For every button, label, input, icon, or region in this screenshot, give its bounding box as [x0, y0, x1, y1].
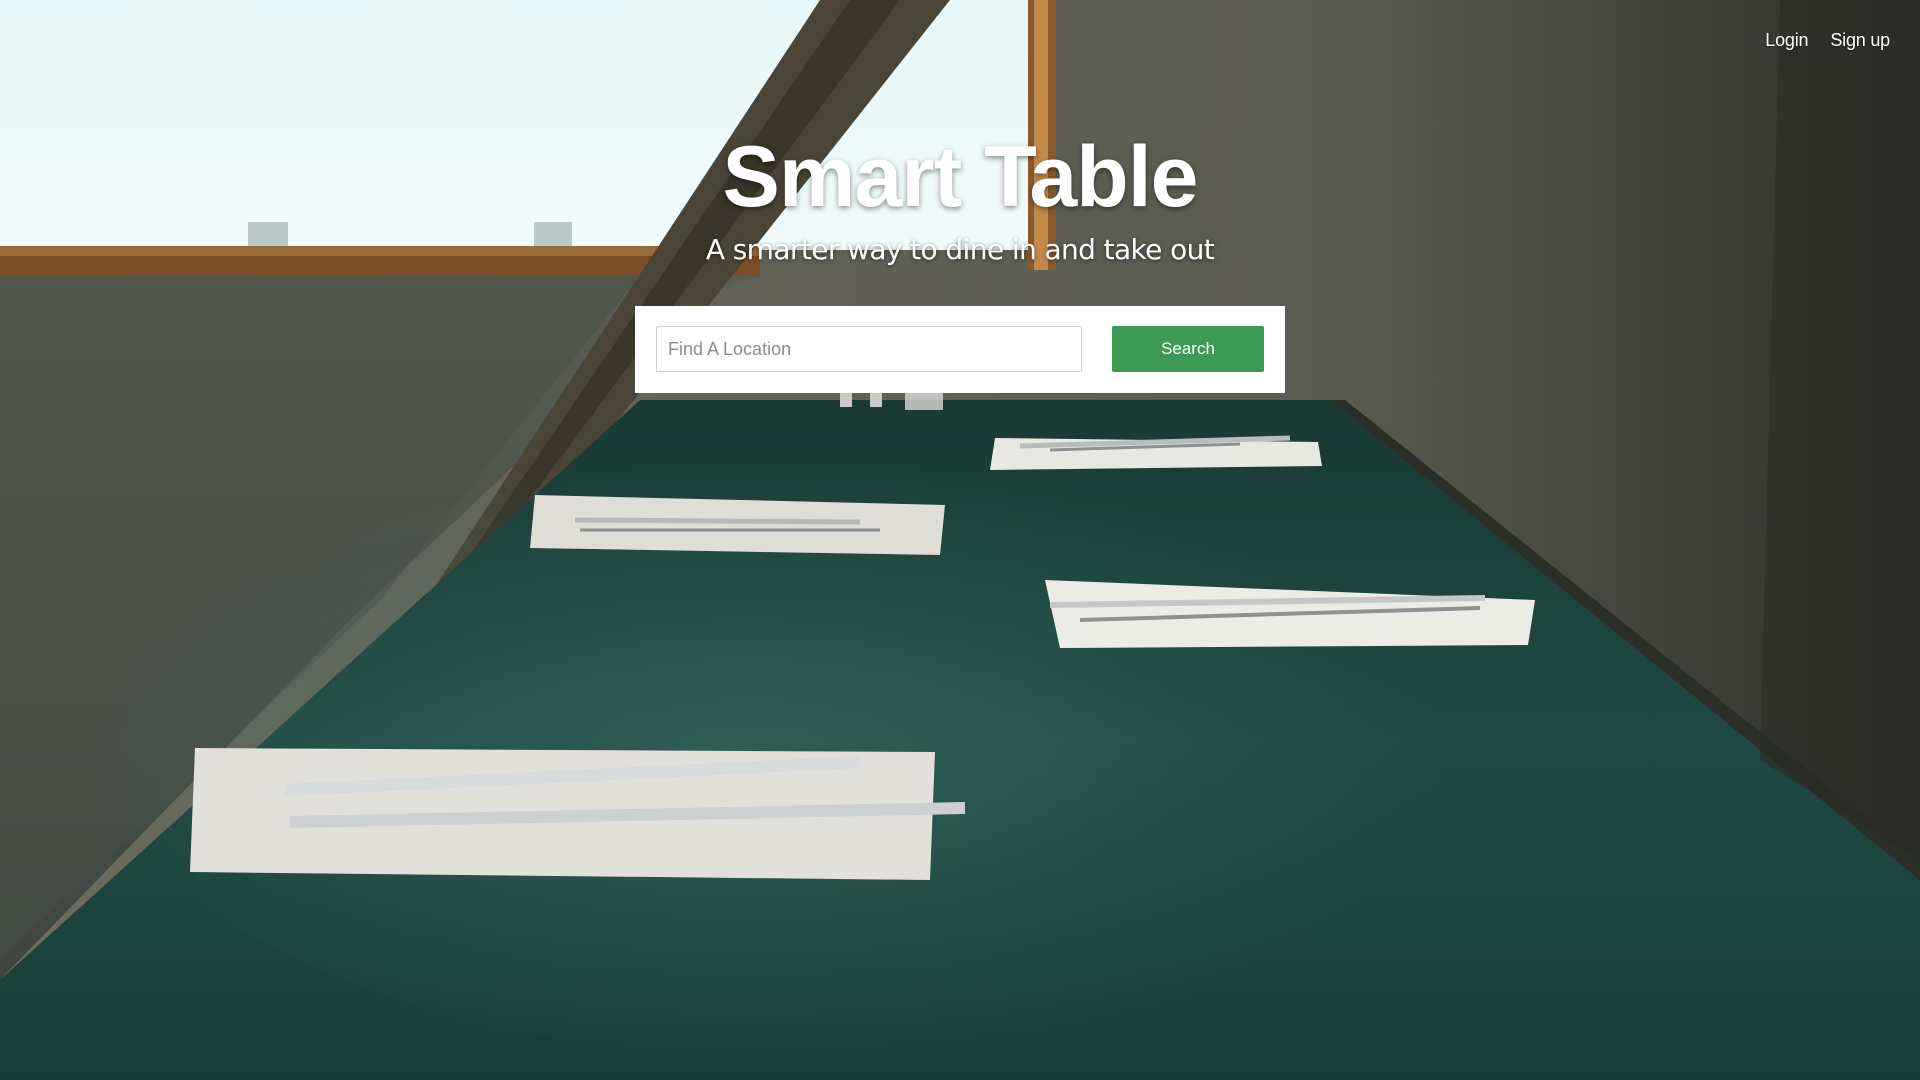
hero-section: Login Sign up Smart Table A smarter way …: [0, 0, 1920, 1080]
login-link[interactable]: Login: [1765, 30, 1808, 51]
location-search-input[interactable]: [656, 326, 1082, 372]
search-button[interactable]: Search: [1112, 326, 1264, 372]
page-title: Smart Table: [722, 129, 1199, 225]
page-subtitle: A smarter way to dine in and take out: [705, 233, 1215, 266]
search-panel: Search: [635, 306, 1285, 393]
signup-link[interactable]: Sign up: [1830, 30, 1890, 51]
top-nav: Login Sign up: [1765, 30, 1890, 51]
